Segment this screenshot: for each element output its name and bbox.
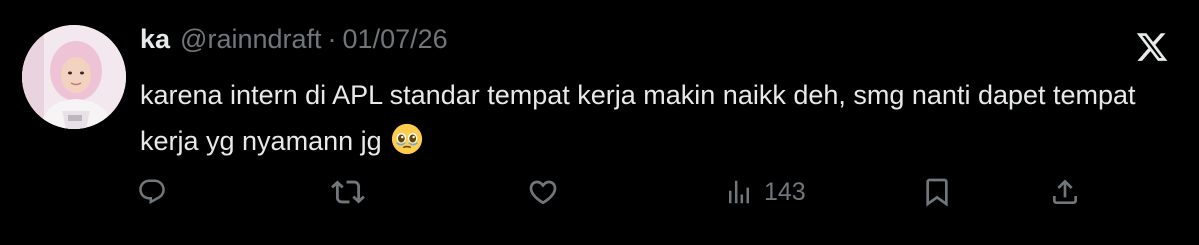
tweet-date[interactable]: 01/07/26: [343, 24, 448, 55]
share-icon: [1053, 179, 1077, 204]
like-button[interactable]: [527, 172, 559, 212]
reply-button[interactable]: [137, 172, 167, 212]
x-logo-icon[interactable]: [1135, 30, 1169, 64]
views-button[interactable]: 143: [724, 172, 806, 212]
author-name[interactable]: ka: [140, 24, 170, 55]
tweet-actions: 143: [0, 172, 1199, 212]
author-handle[interactable]: @rainndraft: [180, 24, 321, 55]
retweet-button[interactable]: [331, 172, 365, 212]
avatar[interactable]: [22, 25, 126, 129]
views-count: 143: [764, 177, 806, 206]
tweet-card[interactable]: ka @rainndraft · 01/07/26 karena intern …: [0, 0, 1199, 245]
bar-chart-icon: [729, 180, 749, 204]
tweet-body: karena intern di APL standar tempat kerj…: [140, 80, 1136, 156]
bookmark-button[interactable]: [921, 172, 953, 212]
heart-icon: [529, 180, 557, 205]
pleading-face-emoji: [391, 123, 422, 155]
retweet-icon: [331, 180, 365, 204]
share-button[interactable]: [1049, 172, 1081, 212]
bookmark-icon: [926, 178, 948, 207]
tweet-header: ka @rainndraft · 01/07/26: [140, 24, 448, 60]
separator-dot: ·: [327, 24, 337, 54]
reply-icon: [139, 179, 165, 205]
tweet-text: karena intern di APL standar tempat kerj…: [140, 72, 1150, 164]
